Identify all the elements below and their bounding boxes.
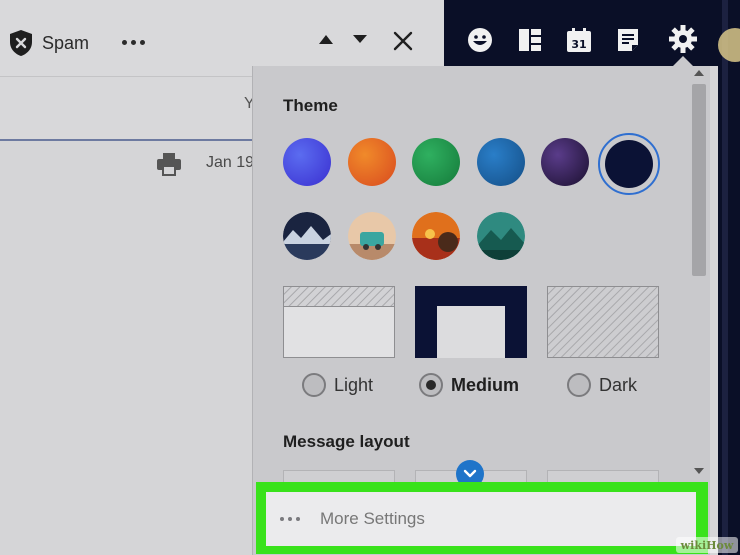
scroll-up-arrow-icon[interactable]	[694, 70, 704, 76]
theme-swatch-purple[interactable]	[541, 138, 589, 186]
printer-icon[interactable]	[156, 152, 182, 176]
triangle-up-icon[interactable]	[316, 30, 336, 50]
emoji-icon[interactable]	[466, 26, 494, 54]
spam-label: Spam	[42, 32, 90, 53]
more-horizontal-icon	[278, 517, 302, 521]
radio-label-dark: Dark	[599, 374, 638, 395]
shield-x-icon	[10, 30, 32, 56]
photo-theme-mountain-lake[interactable]	[283, 212, 331, 260]
triangle-down-icon[interactable]	[350, 30, 370, 50]
theme-swatch-teal-blue[interactable]	[477, 138, 525, 186]
photo-theme-camper-van[interactable]	[348, 212, 396, 260]
theme-swatch-blue[interactable]	[283, 138, 331, 186]
gear-icon[interactable]	[668, 24, 698, 54]
more-horizontal-icon[interactable]	[118, 28, 148, 56]
chevron-down-icon	[463, 469, 477, 478]
medium-layout-preview[interactable]	[415, 286, 527, 358]
scroll-down-arrow-icon[interactable]	[694, 468, 704, 474]
close-icon[interactable]	[390, 28, 416, 54]
photo-theme-green-mountains[interactable]	[477, 212, 525, 260]
more-settings-button[interactable]: More Settings	[266, 492, 696, 546]
panel-caret	[672, 56, 694, 67]
scrollbar-thumb[interactable]	[692, 84, 706, 276]
radio-dark[interactable]	[567, 373, 591, 397]
dark-layout-preview[interactable]	[547, 286, 659, 358]
appearance-option-light[interactable]: Light	[302, 370, 373, 400]
calendar-icon[interactable]: 31	[565, 26, 593, 54]
svg-text:31: 31	[571, 38, 586, 51]
spam-button[interactable]: Spam	[8, 28, 89, 58]
email-date: Jan 19	[206, 154, 255, 171]
appearance-option-dark[interactable]: Dark	[567, 370, 637, 400]
watermark: wikiHow	[676, 537, 738, 553]
radio-light[interactable]	[302, 373, 326, 397]
light-layout-preview[interactable]	[283, 286, 395, 358]
theme-swatch-orange[interactable]	[348, 138, 396, 186]
theme-title: Theme	[283, 96, 338, 115]
theme-swatch-midnight[interactable]	[605, 140, 653, 188]
nav-edge-line	[722, 0, 728, 555]
notepad-icon[interactable]	[614, 26, 642, 54]
email-toolbar: Spam	[0, 0, 444, 76]
columns-icon[interactable]	[516, 26, 544, 54]
radio-label-medium: Medium	[451, 374, 520, 395]
message-layout-title: Message layout	[283, 432, 410, 451]
photo-theme-autumn-sunset[interactable]	[412, 212, 460, 260]
theme-swatch-green[interactable]	[412, 138, 460, 186]
radio-medium[interactable]	[419, 373, 443, 397]
appearance-option-medium[interactable]: Medium	[419, 370, 519, 400]
radio-label-light: Light	[334, 374, 374, 395]
more-settings-label: More Settings	[320, 509, 425, 528]
